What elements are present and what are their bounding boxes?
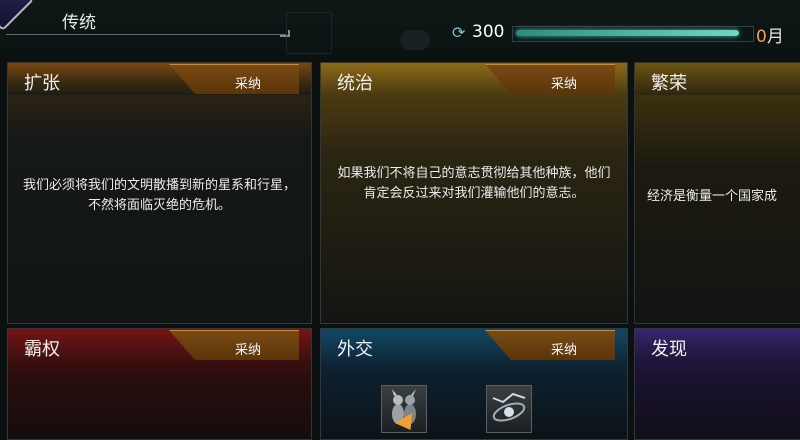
card-title: 扩张 bbox=[24, 73, 60, 94]
unity-icon: ⟳ bbox=[452, 23, 466, 42]
background-decoration bbox=[400, 30, 430, 50]
card-title: 繁荣 bbox=[651, 73, 687, 94]
unity-progress-fill bbox=[516, 30, 739, 36]
tradition-card-discovery[interactable]: 发现 bbox=[634, 328, 800, 440]
unity-value: 300 bbox=[472, 22, 505, 42]
background-decoration bbox=[286, 12, 332, 54]
months-value: 0 bbox=[756, 27, 767, 47]
card-title: 发现 bbox=[651, 339, 687, 360]
months-counter: 0月 bbox=[756, 22, 784, 47]
page-title: 传统 bbox=[62, 13, 96, 33]
card-title: 外交 bbox=[337, 339, 373, 360]
card-description: 我们必须将我们的文明散播到新的星系和行星，不然将面临灭绝的危机。 bbox=[22, 178, 296, 213]
card-title: 统治 bbox=[337, 73, 373, 94]
tradition-card-supremacy[interactable]: 霸权 采纳 bbox=[7, 328, 312, 440]
card-description: 经济是衡量一个国家成 bbox=[647, 189, 778, 204]
title-bar bbox=[6, 6, 290, 37]
diplomacy-tradition-icon[interactable] bbox=[486, 385, 532, 433]
tradition-card-prosperity[interactable]: 繁荣 经济是衡量一个国家成 bbox=[634, 62, 800, 324]
top-bar: 传统 ⟳ 300 0月 bbox=[0, 0, 800, 58]
tradition-card-expansion[interactable]: 扩张 采纳 我们必须将我们的文明散播到新的星系和行星，不然将面临灭绝的危机。 bbox=[7, 62, 312, 324]
tradition-card-diplomacy[interactable]: 外交 采纳 bbox=[320, 328, 628, 440]
card-title: 霸权 bbox=[24, 339, 60, 360]
months-unit: 月 bbox=[766, 27, 784, 47]
card-description: 如果我们不将自己的意志贯彻给其他种族，他们肯定会反过来对我们灌输他们的意志。 bbox=[337, 166, 611, 201]
tradition-card-domination[interactable]: 统治 采纳 如果我们不将自己的意志贯彻给其他种族，他们肯定会反过来对我们灌输他们… bbox=[320, 62, 628, 324]
